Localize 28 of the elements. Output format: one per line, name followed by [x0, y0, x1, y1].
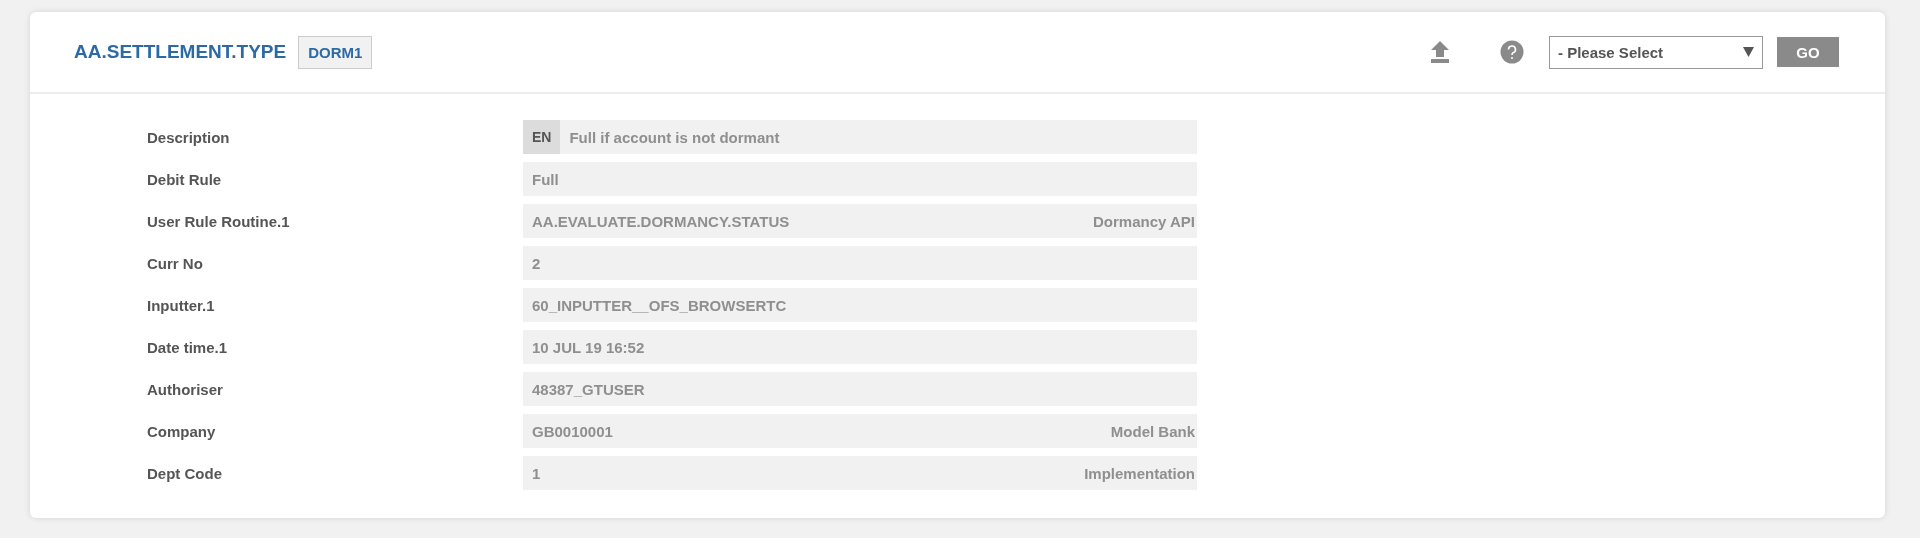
value-note: Dormancy API [1093, 212, 1195, 230]
value-text: Full if account is not dormant [568, 128, 781, 146]
value-text: 60_INPUTTER__OFS_BROWSERTC [531, 296, 788, 314]
value-text: GB0010001 [531, 422, 614, 440]
field-label: Dept Code [146, 464, 223, 482]
caret-icon [1743, 47, 1754, 57]
value-text: 2 [531, 254, 542, 272]
value-note: Implementation [1084, 464, 1195, 482]
help-icon[interactable] [1500, 40, 1524, 64]
value-text: Full [531, 170, 560, 188]
record-title: AA.SETTLEMENT.TYPE [74, 41, 287, 63]
field-label: Curr No [146, 254, 204, 272]
value-note: Model Bank [1110, 422, 1195, 440]
language-tag: EN [523, 120, 561, 154]
field-label: Debit Rule [146, 170, 223, 188]
field-label: Authoriser [146, 380, 224, 398]
field-label: Inputter.1 [146, 296, 216, 314]
select-dropdown[interactable]: - Please Select [1549, 35, 1763, 69]
upload-icon[interactable] [1430, 40, 1450, 64]
field-label: Date time.1 [146, 338, 229, 356]
record-id: DORM1 [298, 35, 373, 69]
value-text: 1 [531, 464, 542, 482]
field-label: Company [146, 422, 217, 440]
field-label: Description [146, 128, 231, 146]
value-text: 10 JUL 19 16:52 [531, 338, 646, 356]
value-text: 48387_GTUSER [531, 380, 646, 398]
value-text: AA.EVALUATE.DORMANCY.STATUS [531, 212, 791, 230]
field-label: User Rule Routine.1 [146, 212, 291, 230]
